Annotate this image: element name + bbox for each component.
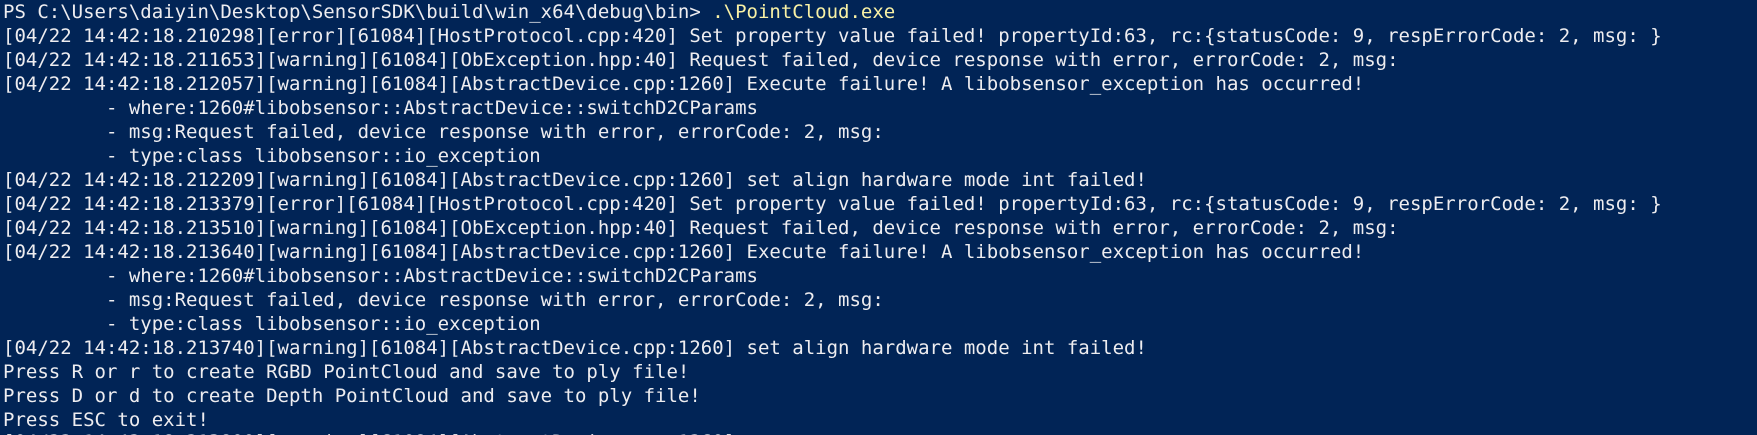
log-line: [04/22 14:42:18.213740][warning][61084][… [3, 337, 1147, 359]
log-line: [04/22 14:42:18.213510][warning][61084][… [3, 217, 1399, 239]
log-line: - where:1260#libobsensor::AbstractDevice… [3, 97, 758, 119]
log-line: Press D or d to create Depth PointCloud … [3, 385, 701, 407]
terminal-window[interactable]: PS C:\Users\daiyin\Desktop\SensorSDK\bui… [0, 0, 1757, 435]
log-line: - msg:Request failed, device response wi… [3, 121, 884, 143]
log-line: [04/22 14:42:18.212209][warning][61084][… [3, 169, 1147, 191]
log-line: [04/22 14:42:18.211653][warning][61084][… [3, 49, 1399, 71]
log-line: [04/22 14:42:18.213640][warning][61084][… [3, 241, 1365, 263]
log-line: [04/22 14:42:18.210298][error][61084][Ho… [3, 25, 1662, 47]
log-line: - type:class libobsensor::io_exception [3, 145, 541, 167]
log-line: [04/22 14:42:18.213379][error][61084][Ho… [3, 193, 1662, 215]
prompt-command: .\PointCloud.exe [712, 1, 896, 23]
log-line: - type:class libobsensor::io_exception [3, 313, 541, 335]
prompt-path: PS C:\Users\daiyin\Desktop\SensorSDK\bui… [3, 1, 713, 23]
log-line: Press ESC to exit! [3, 409, 209, 431]
prompt-line: PS C:\Users\daiyin\Desktop\SensorSDK\bui… [3, 0, 1757, 24]
log-line: [04/22 14:42:18.212057][warning][61084][… [3, 73, 1365, 95]
log-line: - msg:Request failed, device response wi… [3, 289, 884, 311]
log-line: Press R or r to create RGBD PointCloud a… [3, 361, 690, 383]
log-line: - where:1260#libobsensor::AbstractDevice… [3, 265, 758, 287]
partial-log-line: [04/22 14:42:18.213800][warning][61084][… [3, 430, 735, 435]
